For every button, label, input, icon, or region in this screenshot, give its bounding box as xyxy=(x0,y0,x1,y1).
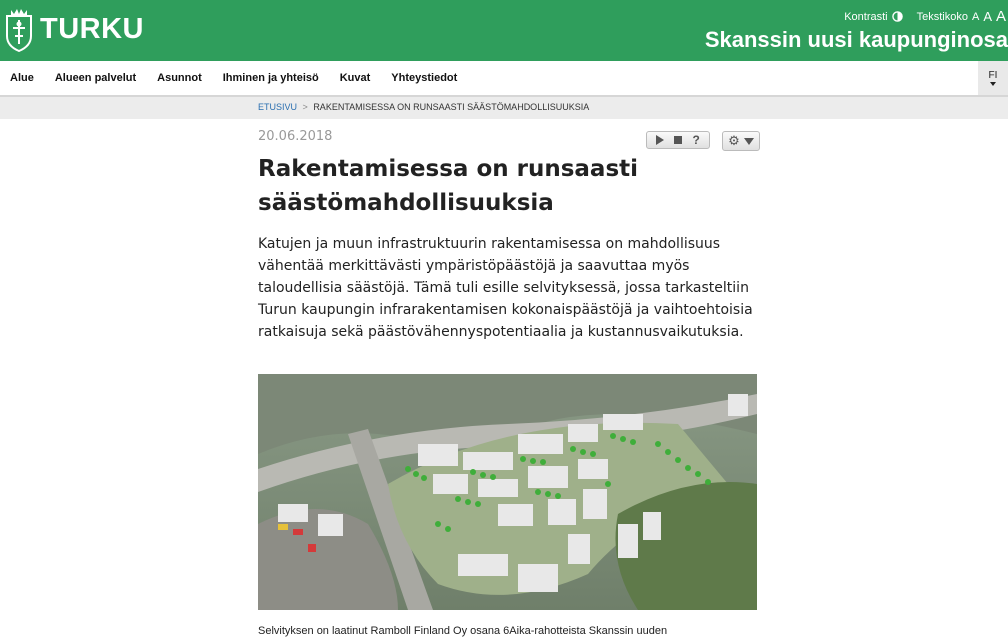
main-navigation: Alue Alueen palvelut Asunnot Ihminen ja … xyxy=(0,61,1008,97)
image-caption: Selvityksen on laatinut Ramboll Finland … xyxy=(258,625,668,637)
player-settings-button[interactable]: ⚙ xyxy=(722,131,760,151)
nav-item-alue[interactable]: Alue xyxy=(10,72,34,84)
textsize-label: Tekstikoko xyxy=(916,10,968,23)
breadcrumb-home-link[interactable]: ETUSIVU xyxy=(258,102,297,112)
textsize-large-button[interactable]: A xyxy=(996,8,1006,25)
logo-text: TURKU xyxy=(40,12,144,45)
stop-icon[interactable] xyxy=(674,136,683,144)
contrast-icon[interactable] xyxy=(891,11,903,22)
nav-item-kuvat[interactable]: Kuvat xyxy=(340,72,371,84)
nav-item-asunnot[interactable]: Asunnot xyxy=(157,72,202,84)
textsize-medium-button[interactable]: A xyxy=(983,9,992,24)
readspeaker-player: ? xyxy=(646,131,710,149)
turku-crest-icon xyxy=(6,9,32,52)
site-title[interactable]: Skanssin uusi kaupunginosa xyxy=(705,27,1008,53)
nav-item-ihminen-ja-yhteiso[interactable]: Ihminen ja yhteisö xyxy=(223,72,319,84)
contrast-link[interactable]: Kontrasti xyxy=(844,11,887,23)
article-image xyxy=(258,374,757,610)
nav-item-alueen-palvelut[interactable]: Alueen palvelut xyxy=(55,72,136,84)
turku-logo[interactable]: TURKU xyxy=(4,6,144,52)
dropdown-arrow-icon xyxy=(743,137,754,145)
play-icon[interactable] xyxy=(656,135,665,145)
breadcrumb: ETUSIVU > RAKENTAMISESSA ON RUNSAASTI SÄ… xyxy=(0,97,1008,119)
textsize-small-button[interactable]: A xyxy=(972,11,979,23)
article-title: Rakentamisessa on runsaasti säästömahdol… xyxy=(258,156,639,216)
language-label: FI xyxy=(988,70,998,81)
breadcrumb-separator: > xyxy=(302,102,308,112)
chevron-down-icon xyxy=(990,82,996,86)
site-header: TURKU Kontrasti Tekstikoko A A A Skanssi… xyxy=(0,0,1008,61)
article-date: 20.06.2018 xyxy=(258,129,333,144)
breadcrumb-current: RAKENTAMISESSA ON RUNSAASTI SÄÄSTÖMAHDOL… xyxy=(313,102,590,112)
help-button[interactable]: ? xyxy=(693,133,700,147)
gear-icon: ⚙ xyxy=(728,133,740,149)
accessibility-tools: Kontrasti Tekstikoko A A A xyxy=(844,8,1006,25)
article-lead: Katujen ja muun infrastruktuurin rakenta… xyxy=(258,236,753,340)
nav-item-yhteystiedot[interactable]: Yhteystiedot xyxy=(391,72,457,84)
language-selector[interactable]: FI xyxy=(978,61,1008,95)
